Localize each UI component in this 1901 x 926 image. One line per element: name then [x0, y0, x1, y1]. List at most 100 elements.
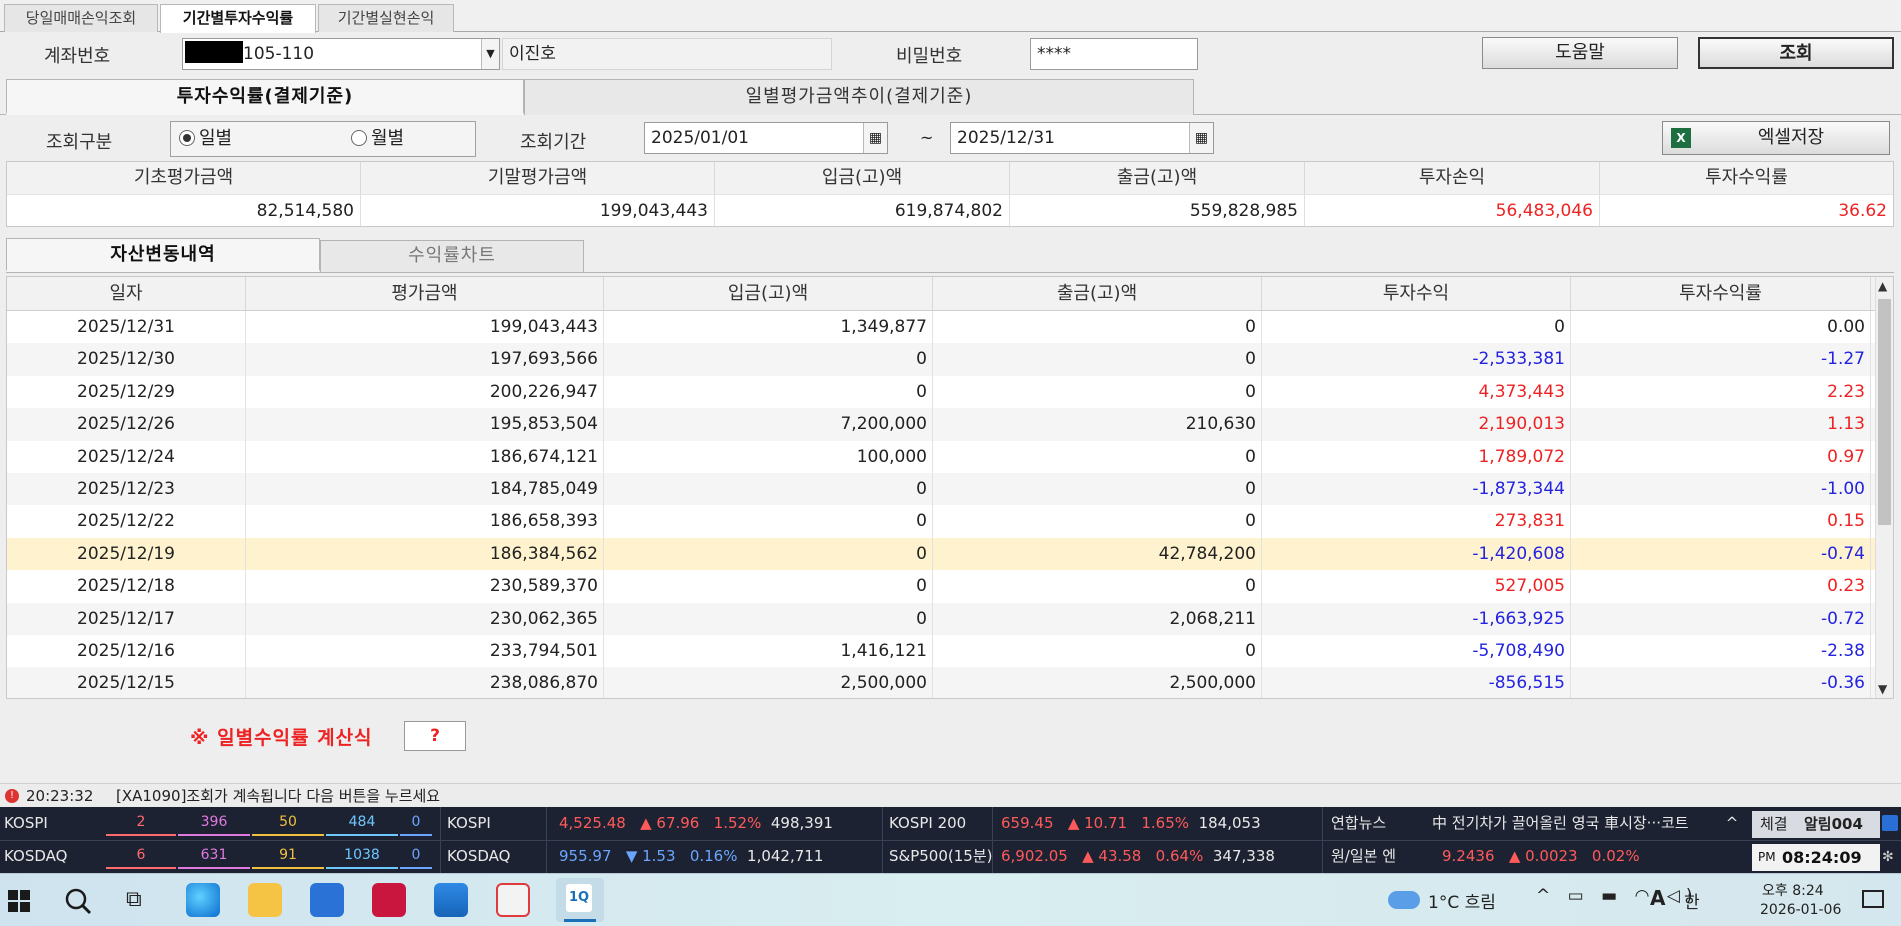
chevron-up-icon[interactable]: ^ [1722, 807, 1742, 840]
date-from-field[interactable]: 2025/01/01 ▦ [644, 122, 888, 154]
account-owner: 이진호 [502, 38, 832, 70]
table-row[interactable]: 2025/12/18 230,589,370 0 0 527,005 0.23 [7, 570, 1893, 603]
cell-return: -0.74 [1571, 537, 1871, 571]
kospi-quote[interactable]: 4,525.48 ▲ 67.96 1.52% 498,391 [546, 807, 876, 840]
table-row[interactable]: 2025/12/26 195,853,504 7,200,000 210,630 2,1… [7, 408, 1893, 441]
formula-help-button[interactable]: ? [404, 721, 466, 751]
sync-app-icon[interactable] [496, 883, 530, 917]
help-button[interactable]: 도움말 [1482, 37, 1678, 69]
alert-icon: ! [5, 789, 19, 803]
settings-gear-icon[interactable]: ✻ [1882, 849, 1898, 865]
fx-quote[interactable]: 9.2436 ▲ 0.0023 0.02% [1442, 840, 1742, 873]
summary-value-cell: 82,514,580 [7, 194, 361, 226]
scroll-up-icon[interactable]: ▲ [1878, 279, 1887, 293]
search-icon[interactable] [64, 887, 92, 915]
password-field[interactable]: **** [1030, 38, 1198, 70]
kospi-name: KOSPI [440, 807, 536, 840]
cell-deposit: 0 [604, 343, 933, 376]
trading-app-task[interactable]: 1Q [556, 878, 604, 922]
font-icon[interactable]: A [1650, 886, 1665, 910]
task-view-icon[interactable]: ⧉ [126, 888, 142, 912]
query-button[interactable]: 조회 [1698, 37, 1894, 69]
scroll-down-icon[interactable]: ▼ [1878, 682, 1887, 696]
date-to-field[interactable]: 2025/12/31 ▦ [950, 122, 1214, 154]
tab-daily-valuation-trend[interactable]: 일별평가금액추이(결제기준) [524, 79, 1194, 115]
table-row[interactable]: 2025/12/24 186,674,121 100,000 0 1,789,072 0.… [7, 440, 1893, 473]
grid-body: 2025/12/31 199,043,443 1,349,877 0 0 0.00 2025… [7, 311, 1893, 698]
cell-return: 1.13 [1571, 408, 1871, 441]
summary-value-cell: 559,828,985 [1010, 194, 1305, 226]
grid-scrollbar[interactable]: ▲ ▼ [1875, 277, 1893, 698]
sp500-quote[interactable]: 6,902.05 ▲ 43.58 0.64% 347,338 [992, 840, 1322, 873]
cloud-weather-icon [1388, 891, 1420, 909]
kospi200-quote[interactable]: 659.45 ▲ 10.71 1.65% 184,053 [992, 807, 1322, 840]
scrollbar-thumb[interactable] [1878, 299, 1891, 525]
kosdaq-breadth-label: KOSDAQ [4, 847, 68, 865]
grid-header: 일자 평가금액 입금(고)액 출금(고)액 투자수익 투자수익률 [7, 277, 1893, 311]
table-row[interactable]: 2025/12/23 184,785,049 0 0 -1,873,344 -1.00 [7, 472, 1893, 506]
table-row[interactable]: 2025/12/16 233,794,501 1,416,121 0 -5,708,49… [7, 634, 1893, 668]
table-row[interactable]: 2025/12/30 197,693,566 0 0 -2,533,381 -1.27 [7, 343, 1893, 376]
radio-daily-icon [179, 130, 195, 146]
calendar-icon[interactable]: ▦ [863, 123, 887, 153]
kospi-change: ▲ 67.96 [640, 814, 700, 832]
grid-header-cell: 평가금액 [246, 277, 604, 310]
windows-start-icon[interactable] [8, 890, 30, 912]
news-label: 연합뉴스 [1322, 807, 1432, 840]
radio-daily[interactable]: 일별 [179, 122, 232, 156]
tab-period-realized[interactable]: 기간별실현손익 [318, 4, 454, 32]
cell-withdrawal: 0 [933, 472, 1262, 506]
kospi200-value: 659.45 [1001, 814, 1054, 832]
cell-profit: -5,708,490 [1262, 634, 1571, 668]
table-row[interactable]: 2025/12/29 200,226,947 0 0 4,373,443 2.23 [7, 375, 1893, 409]
tray-icons[interactable]: ^ ▭ ▬ ◠ ◁) [1536, 886, 1699, 906]
news-headline[interactable]: 中 전기차가 끌어올린 영국 車시장···코트 [1432, 807, 1722, 840]
tab-asset-changes[interactable]: 자산변동내역 [6, 238, 320, 272]
kosdaq-breadth-up-limit: 6 [106, 844, 176, 869]
chevron-down-icon[interactable]: ▼ [481, 39, 499, 69]
table-row[interactable]: 2025/12/22 186,658,393 0 0 273,831 0.15 [7, 505, 1893, 538]
store-icon[interactable] [310, 883, 344, 917]
table-row[interactable]: 2025/12/15 238,086,870 2,500,000 2,500,000-… [7, 667, 1893, 698]
tab-daily-pnl[interactable]: 당일매매손익조회 [4, 4, 158, 32]
calendar-icon[interactable]: ▦ [1189, 123, 1213, 153]
weather-text[interactable]: 1°C 흐림 [1428, 888, 1496, 913]
excel-icon: X [1671, 128, 1691, 148]
query-type-group: 일별 월별 [170, 121, 476, 157]
kospi-breadth-up: 396 [178, 811, 250, 836]
cell-deposit: 0 [604, 602, 933, 635]
grid-header-cell: 일자 [7, 277, 246, 310]
table-row[interactable]: 2025/12/31 199,043,443 1,349,877 0 0 0.00 [7, 311, 1893, 344]
ime-indicator[interactable]: 한 [1684, 888, 1700, 913]
table-row[interactable]: 2025/12/19 186,384,562 0 42,784,200 -1,420,6… [7, 537, 1893, 571]
grid-tab-divider [6, 272, 1894, 273]
cell-withdrawal: 0 [933, 634, 1262, 668]
password-label: 비밀번호 [896, 46, 963, 67]
tab-return-settlement[interactable]: 투자수익률(결제기준) [6, 79, 524, 115]
window-icon[interactable] [1882, 815, 1898, 831]
file-explorer-icon[interactable] [248, 883, 282, 917]
excel-save-button[interactable]: X 엑셀저장 [1662, 121, 1890, 155]
outlook-icon[interactable] [434, 883, 468, 917]
status-time: 20:23:32 [26, 787, 94, 805]
tab-period-return[interactable]: 기간별투자수익률 [160, 4, 316, 33]
cell-profit: 527,005 [1262, 570, 1571, 603]
edge-browser-icon[interactable] [186, 883, 220, 917]
account-select[interactable]: 105-110 ▼ [182, 38, 500, 70]
app-red-icon[interactable] [372, 883, 406, 917]
radio-monthly[interactable]: 월별 [351, 122, 404, 156]
tab-return-chart[interactable]: 수익률차트 [320, 240, 584, 272]
table-row[interactable]: 2025/12/17 230,062,365 0 2,068,211 -1,663,92… [7, 602, 1893, 635]
notification-icon[interactable] [1862, 890, 1884, 908]
cell-valuation: 186,384,562 [246, 537, 604, 571]
cell-withdrawal: 42,784,200 [933, 537, 1262, 571]
kosdaq-quote[interactable]: 955.97 ▼ 1.53 0.16% 1,042,711 [546, 840, 876, 873]
alarm-button[interactable]: 알림004 [1804, 811, 1863, 838]
fill-button[interactable]: 체결 [1760, 811, 1788, 838]
cell-deposit: 2,500,000 [604, 667, 933, 698]
taskbar-date[interactable]: 2026-01-06 [1760, 902, 1841, 918]
status-message: [XA1090]조회가 계속됩니다 다음 버튼을 누르세요 [116, 787, 441, 805]
taskbar-time[interactable]: 오후 8:24 [1762, 880, 1824, 900]
cell-deposit: 1,349,877 [604, 311, 933, 344]
cell-date: 2025/12/30 [7, 343, 246, 376]
